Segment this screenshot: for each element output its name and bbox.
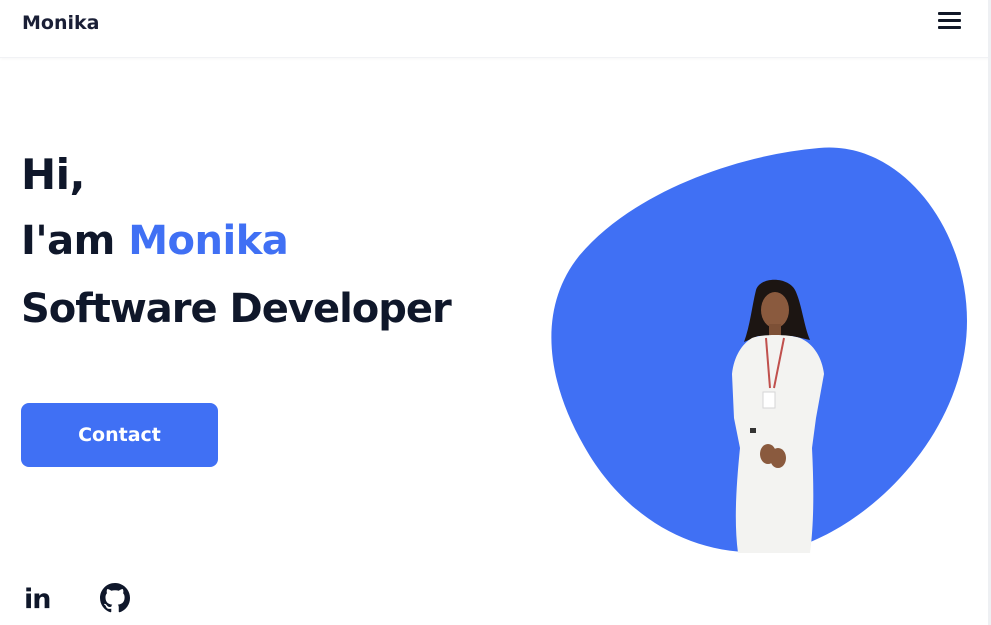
github-logo-svg (100, 583, 130, 613)
linkedin-icon[interactable]: in (24, 583, 54, 617)
name-highlight: Monika (128, 218, 289, 264)
hamburger-menu-icon[interactable] (938, 12, 962, 32)
top-navbar: Monika (0, 0, 991, 58)
role-heading: Software Developer (21, 286, 452, 332)
greeting-heading: Hi, (21, 150, 86, 199)
intro-heading: I'am Monika (21, 218, 289, 264)
github-icon[interactable] (100, 583, 132, 615)
page: Monika Hi, I'am Monika Software Develope… (0, 0, 991, 625)
site-logo[interactable]: Monika (22, 12, 99, 34)
intro-prefix: I'am (21, 218, 129, 264)
profile-photo (732, 279, 824, 553)
contact-button[interactable]: Contact (21, 403, 218, 467)
